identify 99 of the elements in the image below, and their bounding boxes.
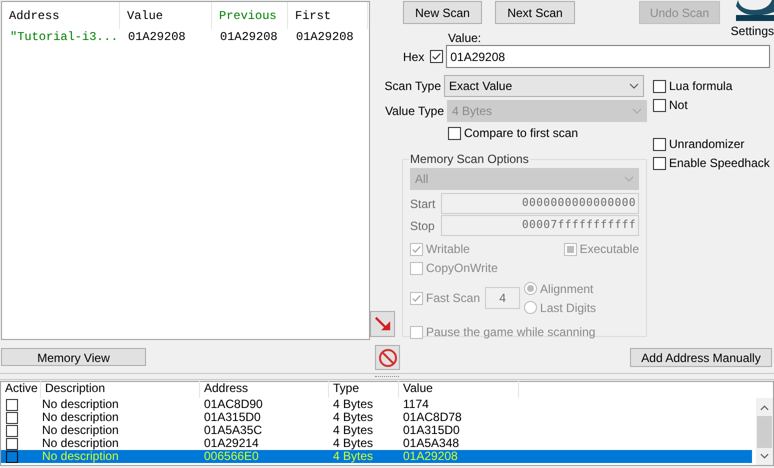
table-cell-text: 006566E0	[203, 450, 260, 463]
table-cell-text: 01A315D0	[402, 424, 461, 437]
checkbox-label: Pause the game while scanning	[426, 325, 596, 339]
checkbox[interactable]	[564, 242, 577, 256]
table-cell-text: 01A29208	[127, 29, 187, 46]
checkbox[interactable]	[653, 80, 666, 92]
table-cell-text: 1174	[402, 398, 430, 411]
table-cell-text: 4 Bytes	[332, 424, 374, 437]
scrollbar[interactable]	[756, 398, 773, 465]
checkbox[interactable]	[410, 262, 423, 274]
checkbox-label: Executable	[580, 242, 639, 256]
column-header[interactable]: Value	[120, 2, 212, 29]
checkbox-label: CopyOnWrite	[426, 261, 498, 275]
field-label: Start	[410, 196, 436, 212]
value-input[interactable]: 01A29208	[446, 45, 770, 68]
table-cell-text: No description	[41, 437, 120, 450]
column-header[interactable]: Description	[41, 381, 200, 398]
table-cell-text: 4 Bytes	[332, 411, 374, 424]
scan-button[interactable]: New Scan	[403, 1, 482, 24]
scroll-up-icon[interactable]	[760, 405, 769, 411]
table-cell-text: 4 Bytes	[332, 450, 374, 463]
scan-type-dropdown[interactable]: Exact Value	[444, 75, 644, 97]
table-cell-text: 4 Bytes	[332, 398, 374, 411]
table-cell-text: 01A315D0	[203, 411, 262, 424]
results-list[interactable]: Address Value Previous First "Tutorial-i3... 01A29208 01A29208 01A29208	[1, 1, 370, 340]
chevron-down-icon	[629, 83, 639, 89]
table-cell-text: No description	[41, 398, 120, 411]
table-cell-text: 01A5A348	[402, 437, 460, 450]
stop-button[interactable]	[375, 345, 400, 370]
checkbox[interactable]	[653, 98, 666, 112]
scroll-thumb[interactable]	[757, 416, 772, 448]
table-cell-text: 01AC8D78	[402, 411, 463, 424]
checkbox-label: Writable	[426, 242, 470, 256]
add-to-list-button[interactable]	[370, 311, 395, 337]
chevron-down-icon	[632, 108, 642, 114]
field-label: Stop	[410, 218, 436, 234]
table-cell-text: 01A29208	[295, 29, 355, 46]
checkbox[interactable]	[6, 450, 18, 462]
checkbox[interactable]	[653, 138, 666, 150]
radio-button[interactable]	[524, 301, 538, 314]
column-header[interactable]: First	[288, 2, 368, 29]
table-cell-text: 01A29208	[219, 29, 279, 46]
radio-button[interactable]	[524, 282, 538, 295]
checkbox[interactable]	[410, 242, 423, 256]
checkbox-label: Fast Scan	[426, 291, 480, 305]
prohibited-icon	[378, 348, 398, 368]
checkbox-label: Compare to first scan	[464, 126, 578, 140]
checkbox-label: Lua formula	[669, 79, 732, 93]
table-cell-text: 01A5A35C	[203, 424, 264, 437]
list-row[interactable]: No description 01A315D0 4 Bytes 01AC8D78	[1, 411, 752, 424]
checkbox[interactable]	[410, 326, 423, 338]
checkbox[interactable]	[410, 292, 423, 304]
field-label: Value:	[448, 31, 482, 45]
memory-view-button[interactable]: Memory View	[1, 348, 146, 366]
checkbox[interactable]	[6, 424, 18, 436]
group-title: Memory Scan Options	[409, 152, 530, 166]
checkbox-label: Not	[669, 98, 688, 112]
column-header[interactable]: Address	[200, 381, 329, 398]
field-label: Hex	[403, 48, 424, 66]
address-field[interactable]: 00007fffffffffff	[441, 215, 639, 236]
table-cell-text: No description	[41, 411, 120, 424]
checkbox-label: Unrandomizer	[669, 137, 744, 151]
checkbox[interactable]	[6, 412, 18, 424]
list-row[interactable]: No description 006566E0 4 Bytes 01A29208	[1, 450, 752, 463]
checkbox[interactable]	[6, 398, 18, 410]
radio-label: Alignment	[540, 280, 594, 296]
settings-link[interactable]: Settings	[730, 24, 774, 38]
table-cell-text: 01A29208	[402, 450, 459, 463]
address-field[interactable]: 0000000000000000	[441, 193, 639, 214]
arrow-icon	[374, 315, 392, 333]
table-cell-text: 01A29214	[203, 437, 260, 450]
column-header[interactable]: Active	[1, 381, 41, 398]
column-header[interactable]: Address	[2, 2, 120, 29]
checkbox[interactable]	[430, 50, 444, 63]
checkbox[interactable]	[653, 156, 666, 170]
list-row[interactable]: No description 01A5A35C 4 Bytes 01A315D0	[1, 424, 752, 437]
column-header[interactable]: Type	[329, 381, 399, 398]
table-cell-text: 01AC8D90	[203, 398, 264, 411]
scroll-down-icon[interactable]	[760, 453, 769, 459]
table-cell-text: "Tutorial-i3...	[9, 29, 120, 46]
field-label: Value Type	[384, 103, 445, 120]
scan-button[interactable]: Next Scan	[495, 1, 575, 24]
alignment-input[interactable]: 4	[485, 287, 520, 309]
logo-icon[interactable]	[734, 0, 774, 21]
table-cell-text: No description	[41, 450, 120, 463]
radio-label: Last Digits	[540, 300, 596, 316]
column-header[interactable]: Previous	[212, 2, 288, 29]
table-cell-text: No description	[41, 424, 120, 437]
list-row[interactable]: No description 01A29214 4 Bytes 01A5A348	[1, 437, 752, 450]
list-row[interactable]: No description 01AC8D90 4 Bytes 1174	[1, 398, 752, 411]
field-label: Scan Type	[384, 78, 442, 95]
checkbox[interactable]	[448, 126, 461, 140]
chevron-down-icon	[624, 176, 634, 182]
address-list[interactable]	[0, 381, 774, 466]
add-address-button[interactable]: Add Address Manually	[630, 348, 772, 367]
table-cell-text: 4 Bytes	[332, 437, 374, 450]
checkbox[interactable]	[6, 438, 18, 450]
column-header[interactable]: Value	[399, 381, 519, 398]
checkbox-label: Enable Speedhack	[669, 156, 770, 170]
